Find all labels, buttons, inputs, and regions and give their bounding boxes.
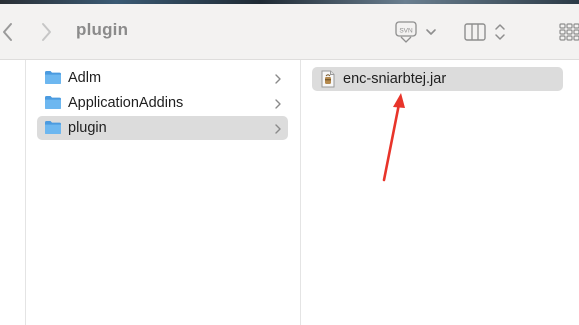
finder-window: plugin SVN Adlm ApplicationAddins plugin… [0, 0, 579, 325]
chevron-right-icon [274, 72, 282, 84]
list-item-applicationaddins[interactable]: ApplicationAddins [37, 91, 288, 115]
folder-icon [44, 70, 62, 85]
svn-button[interactable]: SVN [392, 18, 440, 46]
chevron-right-icon[interactable] [40, 22, 54, 42]
list-item-label: Adlm [68, 70, 102, 86]
column-browser: Adlm ApplicationAddins plugin enc-sniarb… [0, 60, 579, 325]
toolbar: plugin SVN [0, 4, 579, 60]
chevron-right-icon [274, 122, 282, 134]
list-item-label: enc-sniarbtej.jar [343, 71, 447, 87]
list-item-label: plugin [68, 120, 107, 136]
list-item-plugin[interactable]: plugin [37, 116, 288, 140]
chevron-right-icon [274, 97, 282, 109]
folder-icon [44, 120, 62, 135]
list-item-label: ApplicationAddins [68, 95, 184, 111]
list-item-jar-file[interactable]: enc-sniarbtej.jar [312, 67, 563, 91]
view-options-button[interactable] [462, 18, 510, 46]
window-title: plugin [76, 20, 129, 39]
grid-icon [559, 23, 579, 41]
svg-text:SVN: SVN [399, 28, 413, 35]
column-view-icon [464, 23, 505, 41]
svn-icon: SVN [395, 21, 436, 43]
jar-file-icon [320, 70, 336, 88]
grid-view-button[interactable] [558, 18, 579, 46]
chevron-left-icon[interactable] [0, 22, 14, 42]
list-item-adlm[interactable]: Adlm [37, 66, 288, 90]
column-divider[interactable] [300, 60, 301, 325]
folder-icon [44, 95, 62, 110]
column-divider[interactable] [25, 60, 26, 325]
